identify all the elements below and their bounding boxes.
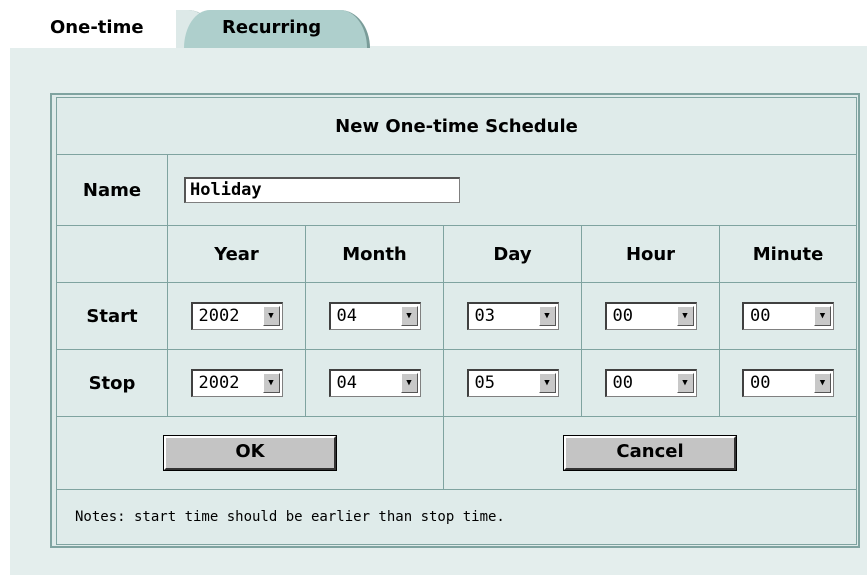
start-month-value: 04 bbox=[336, 306, 357, 326]
form-title: New One-time Schedule bbox=[55, 97, 858, 155]
column-header-minute: Minute bbox=[718, 225, 858, 283]
dropdown-arrow-icon[interactable]: ▼ bbox=[400, 373, 418, 393]
stop-day-value: 05 bbox=[474, 373, 495, 393]
tab-recurring-label: Recurring bbox=[222, 17, 322, 38]
column-header-year: Year bbox=[167, 225, 306, 283]
dropdown-arrow-icon[interactable]: ▼ bbox=[400, 306, 418, 326]
notes-text: Notes: start time should be earlier than… bbox=[55, 489, 858, 545]
dropdown-arrow-icon[interactable]: ▼ bbox=[262, 306, 280, 326]
dropdown-arrow-icon[interactable]: ▼ bbox=[262, 373, 280, 393]
start-day-select[interactable]: 03 ▼ bbox=[466, 302, 559, 330]
dropdown-arrow-icon[interactable]: ▼ bbox=[538, 306, 556, 326]
tab-recurring[interactable]: Recurring bbox=[184, 10, 370, 48]
stop-month-value: 04 bbox=[336, 373, 357, 393]
start-year-select[interactable]: 2002 ▼ bbox=[190, 302, 283, 330]
ok-button[interactable]: OK bbox=[163, 435, 337, 471]
start-year-value: 2002 bbox=[198, 306, 240, 326]
stop-minute-select[interactable]: 00 ▼ bbox=[742, 369, 835, 397]
column-header-hour: Hour bbox=[581, 225, 720, 283]
start-month-select[interactable]: 04 ▼ bbox=[328, 302, 421, 330]
stop-day-select[interactable]: 05 ▼ bbox=[466, 369, 559, 397]
dropdown-arrow-icon[interactable]: ▼ bbox=[814, 373, 832, 393]
stop-month-select[interactable]: 04 ▼ bbox=[328, 369, 421, 397]
tab-one-time[interactable]: One-time bbox=[10, 10, 218, 48]
cancel-cell: Cancel bbox=[442, 416, 858, 490]
name-label: Name bbox=[56, 154, 168, 226]
start-minute-select[interactable]: 00 ▼ bbox=[742, 302, 835, 330]
schedule-form: New One-time Schedule Name Holiday Year … bbox=[55, 97, 858, 545]
header-blank bbox=[56, 225, 168, 283]
stop-hour-select[interactable]: 00 ▼ bbox=[604, 369, 697, 397]
start-minute-value: 00 bbox=[750, 306, 771, 326]
column-header-day: Day bbox=[443, 225, 582, 283]
dropdown-arrow-icon[interactable]: ▼ bbox=[676, 306, 694, 326]
tab-one-time-label: One-time bbox=[50, 17, 144, 38]
name-input[interactable]: Holiday bbox=[184, 177, 460, 203]
start-hour-select[interactable]: 00 ▼ bbox=[604, 302, 697, 330]
dropdown-arrow-icon[interactable]: ▼ bbox=[676, 373, 694, 393]
dropdown-arrow-icon[interactable]: ▼ bbox=[538, 373, 556, 393]
start-day-value: 03 bbox=[474, 306, 495, 326]
start-label: Start bbox=[56, 282, 168, 350]
column-header-month: Month bbox=[305, 225, 444, 283]
stop-year-value: 2002 bbox=[198, 373, 240, 393]
start-hour-value: 00 bbox=[612, 306, 633, 326]
dropdown-arrow-icon[interactable]: ▼ bbox=[814, 306, 832, 326]
stop-label: Stop bbox=[56, 349, 168, 417]
stop-minute-value: 00 bbox=[750, 373, 771, 393]
ok-cell: OK bbox=[56, 416, 444, 490]
cancel-button[interactable]: Cancel bbox=[563, 435, 738, 471]
stop-year-select[interactable]: 2002 ▼ bbox=[190, 369, 283, 397]
stop-hour-value: 00 bbox=[612, 373, 633, 393]
name-field-cell: Holiday bbox=[166, 154, 858, 226]
